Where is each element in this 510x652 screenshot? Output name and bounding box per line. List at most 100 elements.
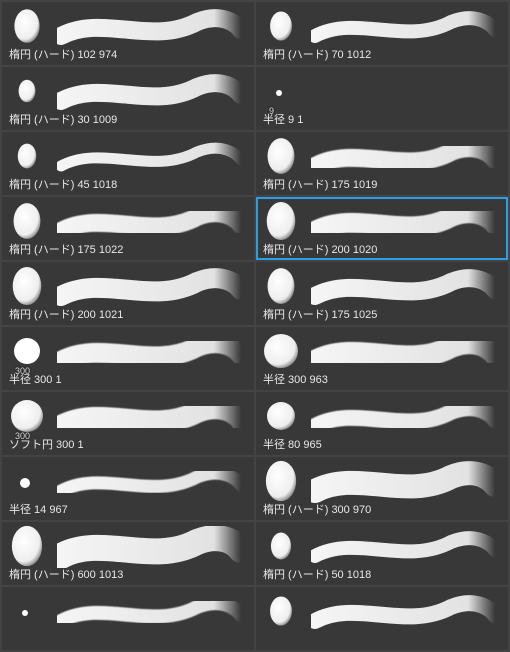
- brush-preview: [263, 266, 501, 308]
- brush-size-badge: 300: [15, 431, 30, 441]
- brush-stroke-icon: [57, 136, 247, 178]
- brush-tip-icon: [263, 135, 307, 180]
- brush-label: 半径 14 967: [9, 503, 247, 517]
- brush-item[interactable]: 楕円 (ハード) 50 1018: [256, 522, 508, 585]
- brush-tip-icon: [9, 590, 53, 635]
- brush-item[interactable]: 楕円 (ハード) 45 1018: [2, 132, 254, 195]
- brush-stroke-icon: [311, 396, 501, 438]
- brush-label: 楕円 (ハード) 102 974: [9, 48, 247, 62]
- brush-stroke-icon: [311, 331, 501, 373]
- brush-label: 楕円 (ハード) 200 1021: [9, 308, 247, 322]
- brush-tip-icon: [263, 200, 307, 245]
- brush-stroke-icon: [311, 591, 501, 633]
- brush-stroke-icon: [311, 71, 501, 113]
- brush-preview: 300: [9, 396, 247, 438]
- brush-item[interactable]: 楕円 (ハード) 300 970: [256, 457, 508, 520]
- brush-stroke-icon: [311, 6, 501, 48]
- brush-tip-icon: [9, 200, 53, 245]
- brush-label: 楕円 (ハード) 70 1012: [263, 48, 501, 62]
- brush-tip-icon: [263, 395, 307, 440]
- brush-item[interactable]: 楕円 (ハード) 200 1020: [256, 197, 508, 260]
- brush-label: 楕円 (ハード) 50 1018: [263, 568, 501, 582]
- brush-stroke-icon: [57, 201, 247, 243]
- brush-label: 半径 300 963: [263, 373, 501, 387]
- brush-preview: [263, 201, 501, 243]
- brush-stroke-icon: [311, 526, 501, 568]
- brush-stroke-icon: [311, 136, 501, 178]
- brush-preview: [263, 136, 501, 178]
- brush-stroke-icon: [311, 201, 501, 243]
- brush-label: 楕円 (ハード) 175 1022: [9, 243, 247, 257]
- brush-stroke-icon: [57, 591, 247, 633]
- brush-stroke-icon: [311, 461, 501, 503]
- brush-item[interactable]: 楕円 (ハード) 600 1013: [2, 522, 254, 585]
- brush-label: 楕円 (ハード) 30 1009: [9, 113, 247, 127]
- brush-tip-icon: [263, 265, 307, 310]
- brush-tip-icon: [9, 460, 53, 505]
- brush-item[interactable]: 半径 14 967: [2, 457, 254, 520]
- brush-size-badge: 9: [269, 106, 274, 116]
- brush-preview: [263, 526, 501, 568]
- brush-preview: [9, 71, 247, 113]
- brush-preview: [263, 461, 501, 503]
- brush-label: 楕円 (ハード) 45 1018: [9, 178, 247, 192]
- brush-stroke-icon: [57, 331, 247, 373]
- brush-item[interactable]: 楕円 (ハード) 175 1025: [256, 262, 508, 325]
- brush-item[interactable]: 楕円 (ハード) 102 974: [2, 2, 254, 65]
- brush-tip-icon: 300: [9, 330, 53, 375]
- brush-item[interactable]: [256, 587, 508, 650]
- brush-preview: 9: [263, 71, 501, 113]
- brush-tip-icon: [263, 5, 307, 50]
- brush-label: 楕円 (ハード) 175 1019: [263, 178, 501, 192]
- brush-stroke-icon: [57, 461, 247, 503]
- brush-label: 半径 9 1: [263, 113, 501, 127]
- brush-item[interactable]: 9半径 9 1: [256, 67, 508, 130]
- brush-preview: [263, 396, 501, 438]
- brush-tip-icon: [263, 460, 307, 505]
- brush-label: 半径 80 965: [263, 438, 501, 452]
- brush-stroke-icon: [57, 71, 247, 113]
- brush-grid: 楕円 (ハード) 102 974 楕円 (ハード) 70 1012 楕円 (ハー…: [0, 0, 510, 652]
- brush-item[interactable]: 楕円 (ハード) 200 1021: [2, 262, 254, 325]
- brush-item[interactable]: 半径 300 963: [256, 327, 508, 390]
- brush-label: 楕円 (ハード) 300 970: [263, 503, 501, 517]
- brush-tip-icon: [9, 135, 53, 180]
- brush-tip-icon: [263, 590, 307, 635]
- brush-item[interactable]: [2, 587, 254, 650]
- brush-preview: [9, 6, 247, 48]
- brush-stroke-icon: [57, 396, 247, 438]
- brush-label: 楕円 (ハード) 200 1020: [263, 243, 501, 257]
- brush-tip-icon: [9, 70, 53, 115]
- brush-stroke-icon: [57, 6, 247, 48]
- brush-stroke-icon: [57, 266, 247, 308]
- brush-tip-icon: [9, 5, 53, 50]
- brush-tip-icon: [263, 525, 307, 570]
- brush-size-badge: 300: [15, 366, 30, 376]
- brush-tip-icon: 9: [263, 70, 307, 115]
- brush-label: 楕円 (ハード) 600 1013: [9, 568, 247, 582]
- brush-stroke-icon: [311, 266, 501, 308]
- brush-item[interactable]: 楕円 (ハード) 30 1009: [2, 67, 254, 130]
- brush-item[interactable]: 300 ソフト円 300 1: [2, 392, 254, 455]
- brush-label: 楕円 (ハード) 175 1025: [263, 308, 501, 322]
- brush-item[interactable]: 300 半径 300 1: [2, 327, 254, 390]
- brush-label: ソフト円 300 1: [9, 438, 247, 452]
- brush-preview: [263, 591, 501, 633]
- brush-item[interactable]: 楕円 (ハード) 70 1012: [256, 2, 508, 65]
- brush-stroke-icon: [57, 526, 247, 568]
- brush-tip-icon: [263, 330, 307, 375]
- brush-tip-icon: [9, 525, 53, 570]
- brush-preview: 300: [9, 331, 247, 373]
- brush-item[interactable]: 楕円 (ハード) 175 1019: [256, 132, 508, 195]
- brush-tip-icon: 300: [9, 395, 53, 440]
- brush-preview: [263, 6, 501, 48]
- brush-item[interactable]: 半径 80 965: [256, 392, 508, 455]
- brush-label: 半径 300 1: [9, 373, 247, 387]
- brush-preview: [9, 591, 247, 633]
- brush-item[interactable]: 楕円 (ハード) 175 1022: [2, 197, 254, 260]
- brush-preview: [9, 461, 247, 503]
- brush-tip-icon: [9, 265, 53, 310]
- brush-preview: [9, 266, 247, 308]
- brush-preview: [9, 201, 247, 243]
- brush-preview: [9, 136, 247, 178]
